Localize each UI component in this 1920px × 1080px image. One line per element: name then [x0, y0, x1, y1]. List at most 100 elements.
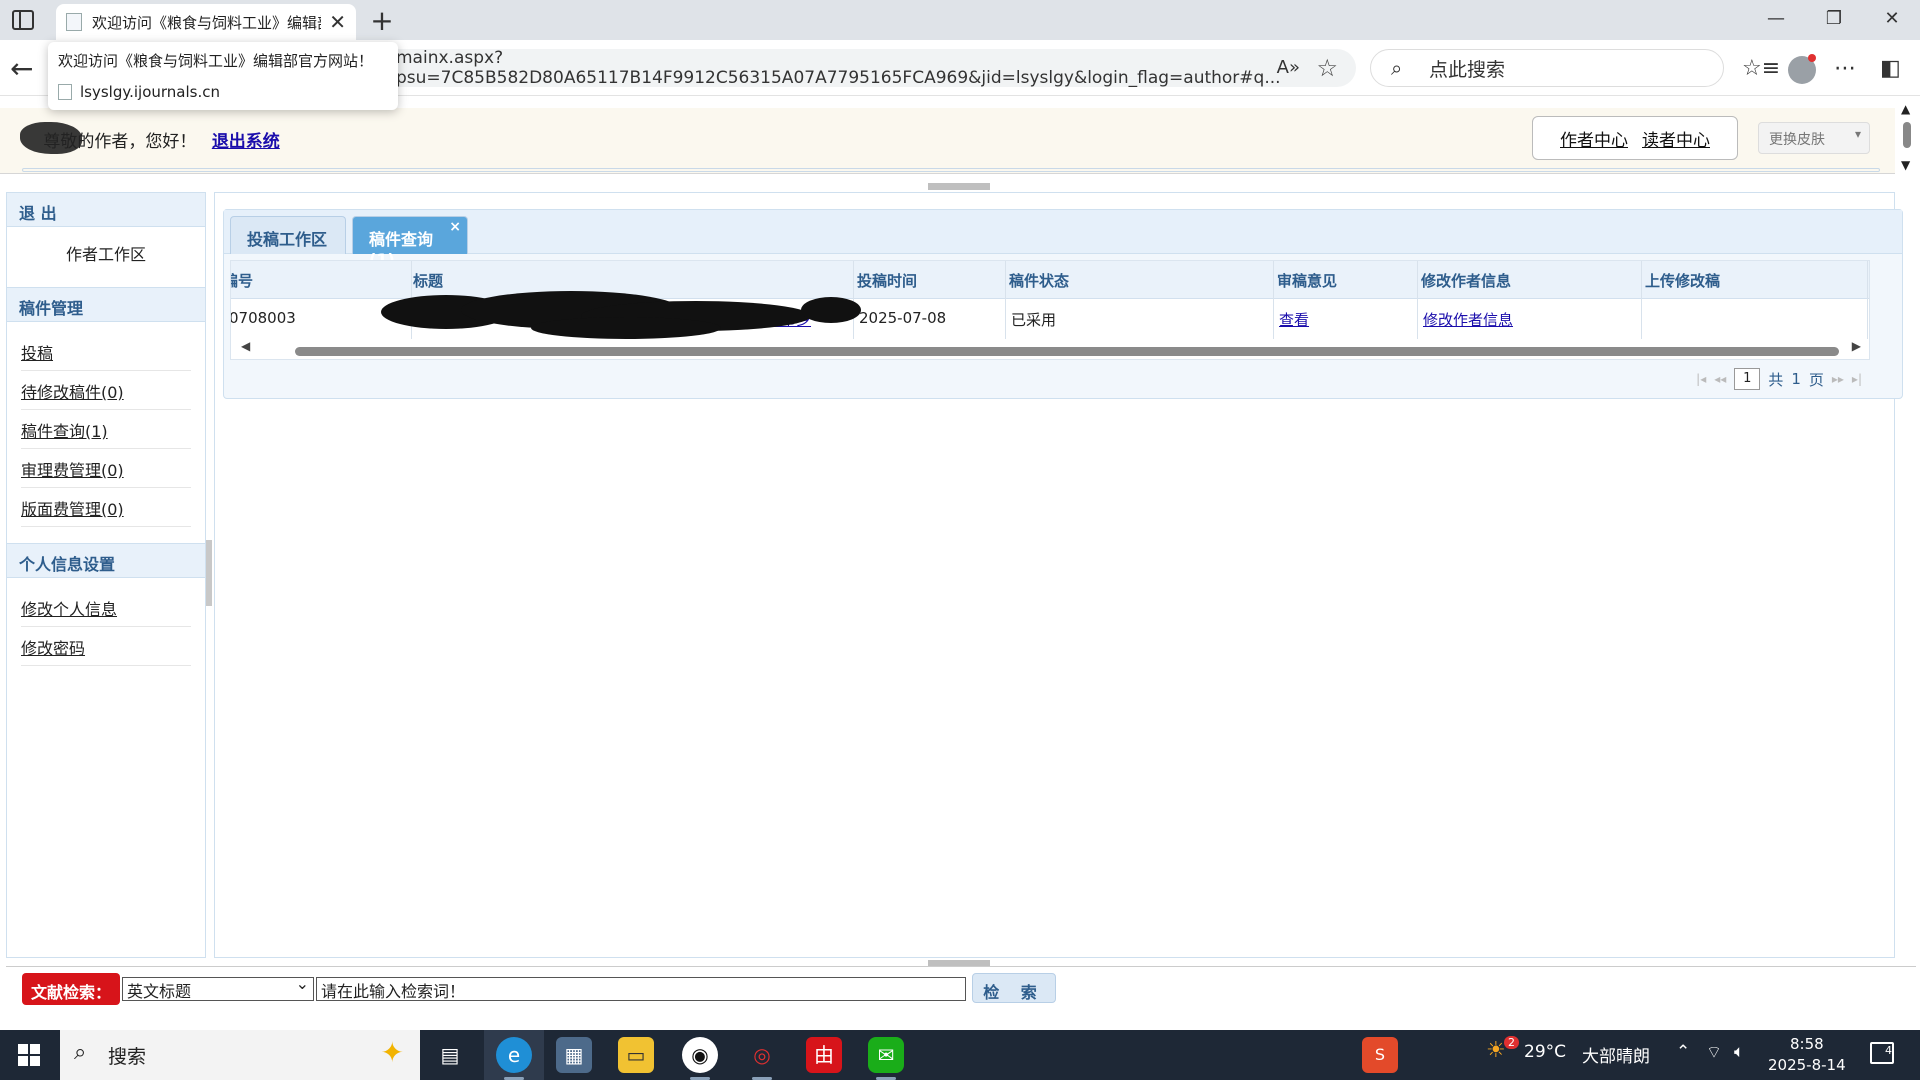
windows-start-icon[interactable]	[18, 1044, 40, 1066]
wechat-icon[interactable]: ✉	[868, 1037, 904, 1073]
tab-submission-workspace[interactable]: 投稿工作区	[230, 216, 346, 254]
weather-badge: 2	[1504, 1036, 1519, 1049]
sidebar-item-pending-revision[interactable]: 待修改稿件(0)	[21, 371, 191, 410]
sidebar-exit[interactable]: 退 出	[7, 193, 205, 227]
copilot-sparkle-icon: ✦	[380, 1036, 404, 1069]
temperature[interactable]: 29°C	[1524, 1042, 1566, 1062]
restore-icon[interactable]: ❐	[1814, 8, 1854, 29]
author-center-link[interactable]: 作者中心	[1560, 126, 1628, 151]
change-skin-dropdown[interactable]: 更换皮肤	[1758, 122, 1870, 154]
sidebar-item-manuscript-query[interactable]: 稿件查询(1)	[21, 410, 191, 449]
column-header-status[interactable]: 稿件状态	[1009, 270, 1069, 291]
sidebar-item-edit-profile[interactable]: 修改个人信息	[21, 588, 191, 627]
tab-actions-icon[interactable]	[12, 10, 34, 30]
address-bar[interactable]: mainx.aspx?psu=7C85B582D80A65117B14F9912…	[360, 48, 1356, 88]
scroll-thumb[interactable]	[1903, 122, 1911, 148]
column-header-edit-author[interactable]: 修改作者信息	[1421, 270, 1511, 291]
scroll-left-icon[interactable]: ◀	[241, 339, 250, 353]
page-number-input[interactable]: 1	[1734, 368, 1761, 390]
favorite-star-icon[interactable]: ☆	[1316, 54, 1338, 82]
tooltip-title: 欢迎访问《粮食与饲料工业》编辑部官方网站！	[58, 52, 374, 70]
system-clock[interactable]: 8:58 2025-8-14	[1768, 1034, 1846, 1076]
first-page-icon[interactable]: |◂	[1696, 372, 1706, 386]
scroll-right-icon[interactable]: ▶	[1852, 339, 1861, 353]
last-page-icon[interactable]: ▸|	[1852, 372, 1862, 386]
volume-icon[interactable]: 🔈︎	[1734, 1042, 1744, 1062]
tab-close-icon[interactable]: ×	[449, 219, 461, 235]
taskbar-search-label: 搜索	[108, 1046, 147, 1068]
edit-author-link[interactable]: 修改作者信息	[1423, 309, 1513, 330]
sidebar-item-change-password[interactable]: 修改密码	[21, 627, 191, 666]
file-explorer-icon[interactable]: ▭	[618, 1037, 654, 1073]
edge-browser-icon[interactable]: e	[496, 1037, 532, 1073]
browser-tab-title: 欢迎访问《粮食与饲料工业》编辑部官方网站！	[92, 13, 321, 32]
search-icon: ⌕	[1391, 56, 1403, 80]
tabs-panel: 投稿工作区 稿件查询(1) × 编号 标题 投稿时间 稿件状态 审稿意见 修改作…	[223, 209, 1903, 399]
prev-page-icon[interactable]: ◂◂	[1714, 372, 1726, 386]
top-splitter-handle[interactable]	[928, 183, 990, 190]
main-panel: 投稿工作区 稿件查询(1) × 编号 标题 投稿时间 稿件状态 审稿意见 修改作…	[214, 192, 1903, 958]
sogou-input-icon[interactable]: S	[1362, 1037, 1398, 1073]
taskbar-search[interactable]: ⌕ 搜索 ✦	[60, 1030, 420, 1080]
weather-sun-icon: ☀	[1486, 1038, 1506, 1063]
sidebar-item-page-fee[interactable]: 版面费管理(0)	[21, 488, 191, 527]
scroll-down-icon[interactable]: ▼	[1901, 158, 1910, 172]
view-review-link[interactable]: 查看	[1279, 309, 1309, 330]
next-page-icon[interactable]: ▸▸	[1832, 372, 1844, 386]
manuscript-table: 编号 标题 投稿时间 稿件状态 审稿意见 修改作者信息 上传修改稿 070800…	[230, 260, 1870, 360]
sidebar-workspace[interactable]: 作者工作区	[7, 227, 205, 279]
calculator-icon[interactable]: ▦	[556, 1037, 592, 1073]
pdf-reader-icon[interactable]: 由	[806, 1037, 842, 1073]
column-header-review[interactable]: 审稿意见	[1277, 270, 1337, 291]
page-scrollbar[interactable]: ▲ ▼	[1895, 96, 1920, 184]
tooltip-favicon-icon	[58, 84, 72, 100]
sidebar-resize-handle[interactable]	[206, 540, 212, 606]
literature-search-input[interactable]: 请在此输入检索词！	[316, 977, 966, 1001]
task-view-icon[interactable]: ▤	[432, 1037, 468, 1073]
table-horizontal-scrollbar[interactable]: ◀ ▶	[231, 339, 1869, 359]
favorites-icon[interactable]: ☆≡	[1742, 56, 1780, 81]
tooltip-host: lsyslgy.ijournals.cn	[80, 83, 220, 101]
more-menu-icon[interactable]: ⋯	[1834, 56, 1856, 81]
windows-taskbar: ⌕ 搜索 ✦ ▤ e ▦ ▭ ◉ ◎ 由 ✉ S ☀ 2 29°C 大部晴朗 ⌃…	[0, 1030, 1920, 1080]
back-arrow-icon[interactable]: ←	[10, 52, 33, 85]
profile-notification-dot	[1808, 54, 1816, 62]
sidebar-item-submit[interactable]: 投稿	[21, 332, 191, 371]
content-tab-bar: 投稿工作区 稿件查询(1) ×	[224, 210, 1902, 269]
new-tab-icon[interactable]: +	[364, 4, 400, 40]
search-field-select[interactable]: 英文标题	[122, 974, 314, 1001]
greeting: 尊敬的作者，您好！ 退出系统	[20, 122, 280, 158]
logout-link[interactable]: 退出系统	[212, 132, 280, 152]
sidebar: 退 出 作者工作区 稿件管理 投稿 待修改稿件(0) 稿件查询(1) 审理费管理…	[6, 192, 206, 958]
sidebar-item-review-fee[interactable]: 审理费管理(0)	[21, 449, 191, 488]
network-icon[interactable]: ⌔	[1706, 1042, 1722, 1063]
reader-center-link[interactable]: 读者中心	[1642, 126, 1710, 151]
minimize-icon[interactable]: —	[1756, 8, 1796, 29]
sidebar-toggle-icon[interactable]: ◧	[1880, 56, 1901, 81]
show-hidden-icons-icon[interactable]: ⌃	[1676, 1042, 1690, 1062]
profile-section-title[interactable]: 个人信息设置	[7, 544, 205, 578]
read-aloud-icon[interactable]: A»	[1277, 57, 1300, 78]
column-header-submit-time[interactable]: 投稿时间	[857, 270, 917, 291]
total-pages-prefix: 共	[1768, 370, 1784, 389]
browser-search-input[interactable]: ⌕ 点此搜索	[1370, 49, 1724, 87]
browser-tab[interactable]: 欢迎访问《粮食与饲料工业》编辑部官方网站！ ✕	[56, 4, 356, 40]
column-header-id[interactable]: 编号	[231, 270, 253, 291]
scroll-up-icon[interactable]: ▲	[1901, 102, 1910, 116]
notification-center-icon[interactable]: 4	[1870, 1042, 1894, 1064]
tab-manuscript-query[interactable]: 稿件查询(1) ×	[352, 216, 468, 269]
netease-music-icon[interactable]: ◎	[744, 1037, 780, 1073]
qq-icon[interactable]: ◉	[682, 1037, 718, 1073]
manuscript-section: 稿件管理 投稿 待修改稿件(0) 稿件查询(1) 审理费管理(0) 版面费管理(…	[7, 287, 205, 535]
manuscript-section-title[interactable]: 稿件管理	[7, 288, 205, 322]
center-switcher: 作者中心 读者中心	[1532, 116, 1738, 160]
total-pages-suffix: 页	[1808, 370, 1824, 389]
close-tab-icon[interactable]: ✕	[329, 10, 346, 34]
column-header-upload-revision[interactable]: 上传修改稿	[1645, 270, 1720, 291]
scroll-thumb[interactable]	[295, 347, 1839, 356]
cell-id: 0708003	[230, 309, 296, 327]
tab-hover-tooltip: 欢迎访问《粮食与饲料工业》编辑部官方网站！ lsyslgy.ijournals.…	[48, 42, 398, 110]
weather-text[interactable]: 大部晴朗	[1582, 1042, 1650, 1067]
literature-search-button[interactable]: 检 索	[972, 973, 1056, 1003]
window-close-icon[interactable]: ✕	[1872, 8, 1912, 29]
